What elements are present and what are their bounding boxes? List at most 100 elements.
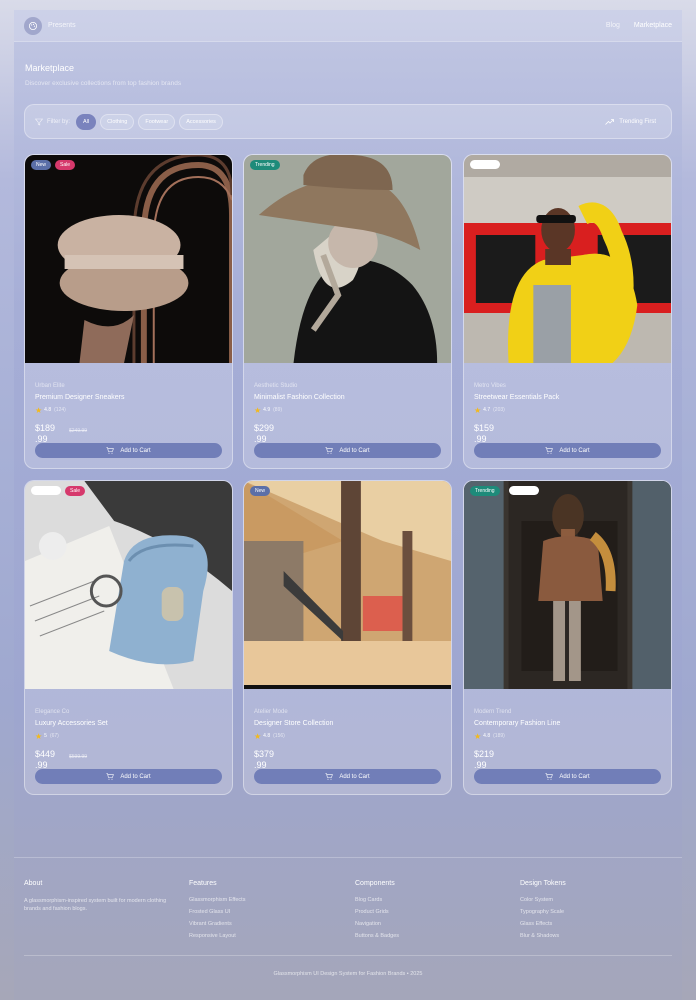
star-icon: ★ [254,406,262,415]
footer-link[interactable]: Buttons & Badges [355,933,505,939]
product-rating: ★ 4.8 (189) [474,733,505,741]
product-card[interactable]: New Sale Urban Elite Premium Designer Sn… [24,154,233,469]
cart-icon [545,773,554,780]
star-icon: ★ [474,732,482,741]
footer-link[interactable]: Vibrant Gradients [189,921,339,927]
nav-link-marketplace[interactable]: Marketplace [634,22,672,29]
filter-chip-footwear[interactable]: Footwear [138,113,176,130]
product-card[interactable]: Trending Modern Trend Contemporary Fashi… [463,480,672,795]
star-icon: ★ [35,406,43,415]
product-image-contemporary[interactable] [464,481,671,689]
product-card[interactable]: Sale Elegance Co Luxury Accessories Set … [24,480,233,795]
filter-label-text: Filter by: [47,118,71,125]
product-name[interactable]: Designer Store Collection [254,720,333,727]
product-rating: ★ 4.8 (156) [254,733,285,741]
product-card[interactable]: New Atelier Mode Designer Store Collecti… [243,480,452,795]
product-price: $189.99 [35,423,56,444]
product-old-price: $599.99 [69,754,88,760]
brand-name[interactable]: Presents [48,22,76,29]
cart-icon [325,447,334,454]
footer-design-tokens: Design Tokens Color System Typography Sc… [520,880,670,945]
badge-group: Sale [31,486,86,496]
footer-link[interactable]: Frosted Glass UI [189,909,339,915]
footer-link[interactable]: Glassmorphism Effects [189,897,339,903]
product-brand: Urban Elite [35,383,65,389]
add-to-cart-label: Add to Cart [559,447,590,454]
footer-link[interactable]: Product Grids [355,909,505,915]
product-brand: Elegance Co [35,709,70,715]
footer-link[interactable]: Blur & Shadows [520,933,670,939]
footer-link[interactable]: Navigation [355,921,505,927]
cart-icon [106,447,115,454]
badge-trending: Trending [250,160,280,170]
product-rating: ★ 5 (67) [35,733,62,741]
product-card[interactable]: Trending Aesthetic Studio Minimalist Fas… [243,154,452,469]
product-name[interactable]: Premium Designer Sneakers [35,394,124,401]
badge-group: Trending [250,160,285,170]
product-name[interactable]: Contemporary Fashion Line [474,720,560,727]
add-to-cart-button[interactable]: Add to Cart [474,769,661,784]
footer-link[interactable]: Color System [520,897,670,903]
footer-features: Features Glassmorphism Effects Frosted G… [189,880,339,945]
product-image-streetwear[interactable] [464,155,671,363]
product-name[interactable]: Luxury Accessories Set [35,720,108,727]
add-to-cart-label: Add to Cart [120,773,151,780]
badge-new: New [250,486,271,496]
add-to-cart-label: Add to Cart [339,447,370,454]
review-count: (156) [273,733,285,739]
review-count: (203) [493,407,505,413]
page-subtitle: Discover exclusive collections from top … [25,80,182,87]
product-brand: Aesthetic Studio [254,383,298,389]
star-icon: ★ [474,406,482,415]
review-count: (67) [49,733,59,739]
product-rating: ★ 4.9 (89) [254,407,285,415]
add-to-cart-label: Add to Cart [339,773,370,780]
footer-link[interactable]: Blog Cards [355,897,505,903]
badge-trending: Trending [470,486,500,496]
footer-divider-bottom [24,955,672,956]
badge-blank [470,160,500,169]
badge-blank [31,486,61,495]
add-to-cart-label: Add to Cart [559,773,590,780]
footer-link[interactable]: Responsive Layout [189,933,339,939]
badge-group: New [250,486,271,496]
cart-icon [106,773,115,780]
sort-trending-button[interactable]: Trending First [605,119,656,125]
product-price: $219.99 [474,749,495,770]
add-to-cart-label: Add to Cart [120,447,151,454]
palette-icon[interactable] [24,16,42,35]
product-image-store[interactable] [244,481,451,689]
product-image-accessories[interactable] [25,481,232,689]
add-to-cart-button[interactable]: Add to Cart [35,769,222,784]
filter-chip-clothing[interactable]: Clothing [100,113,135,130]
add-to-cart-button[interactable]: Add to Cart [254,769,441,784]
product-name[interactable]: Minimalist Fashion Collection [254,394,345,401]
product-rating: ★ 4.7 (203) [474,407,505,415]
product-image-sneakers[interactable] [25,155,232,363]
filter-bar: Filter by: All Clothing Footwear Accesso… [24,104,672,139]
rating-value: 4.8 [263,733,271,739]
product-image-hat[interactable] [244,155,451,363]
badge-group: New Sale [31,160,76,170]
star-icon: ★ [254,732,262,741]
review-count: (89) [273,407,283,413]
add-to-cart-button[interactable]: Add to Cart [254,443,441,458]
badge-group: Trending [470,486,539,496]
filter-icon [35,118,43,125]
product-price: $299.99 [254,423,275,444]
product-card[interactable]: Metro Vibes Streetwear Essentials Pack ★… [463,154,672,469]
product-rating: ★ 4.8 (124) [35,407,66,415]
badge-blank [508,486,539,495]
nav-link-blog[interactable]: Blog [606,22,620,29]
product-brand: Metro Vibes [474,383,506,389]
add-to-cart-button[interactable]: Add to Cart [474,443,661,458]
footer-link[interactable]: Typography Scale [520,909,670,915]
filter-chip-all[interactable]: All [76,113,97,130]
cart-icon [545,447,554,454]
footer-about-text: A glassmorphism-inspired system built fo… [24,898,167,912]
filter-chip-accessories[interactable]: Accessories [179,113,223,130]
footer-link[interactable]: Glass Effects [520,921,670,927]
product-name[interactable]: Streetwear Essentials Pack [474,394,559,401]
filter-label: Filter by: [35,118,70,126]
add-to-cart-button[interactable]: Add to Cart [35,443,222,458]
